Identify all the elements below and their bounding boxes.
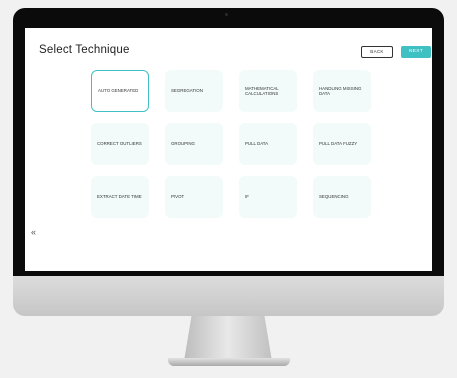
technique-card-if[interactable]: IF: [239, 176, 297, 218]
technique-label: IF: [245, 194, 249, 200]
technique-label: GROUPING: [171, 141, 195, 147]
technique-label: PULL DATA FUZZY: [319, 141, 358, 147]
technique-card-handling-missing-data[interactable]: HANDLING MISSING DATA: [313, 70, 371, 112]
technique-label: PIVOT: [171, 194, 185, 200]
technique-label: HANDLING MISSING DATA: [319, 85, 362, 96]
technique-card-grouping[interactable]: GROUPING: [165, 123, 223, 165]
technique-card-extract-date-time[interactable]: EXTRACT DATE TIME: [91, 176, 149, 218]
monitor: Select Technique BACK NEXT AUTO GENERATE…: [13, 8, 444, 316]
collapse-sidebar-icon[interactable]: «: [31, 228, 36, 237]
technique-card-pull-data-fuzzy[interactable]: PULL DATA FUZZY: [313, 123, 371, 165]
technique-label: SEQUENCING: [319, 194, 349, 200]
technique-label: MATHEMATICAL CALCULATIONS: [245, 85, 279, 96]
monitor-chin: [13, 276, 444, 316]
next-button[interactable]: NEXT: [401, 46, 431, 58]
monitor-base: [168, 358, 290, 366]
technique-label: AUTO GENERATED: [98, 88, 139, 94]
app-screen: Select Technique BACK NEXT AUTO GENERATE…: [25, 28, 432, 271]
page-title: Select Technique: [39, 44, 130, 56]
monitor-stand: [183, 316, 273, 362]
technique-label: SEGREGATION: [171, 88, 203, 94]
monitor-bezel: Select Technique BACK NEXT AUTO GENERATE…: [13, 8, 444, 276]
back-button[interactable]: BACK: [361, 46, 393, 58]
technique-card-segregation[interactable]: SEGREGATION: [165, 70, 223, 112]
technique-label: CORRECT OUTLIERS: [97, 141, 142, 147]
technique-label: EXTRACT DATE TIME: [97, 194, 142, 200]
technique-label: PULL DATA: [245, 141, 269, 147]
technique-card-auto-generated[interactable]: AUTO GENERATED: [91, 70, 149, 112]
technique-card-pull-data[interactable]: PULL DATA: [239, 123, 297, 165]
technique-card-mathematical-calculations[interactable]: MATHEMATICAL CALCULATIONS: [239, 70, 297, 112]
technique-card-correct-outliers[interactable]: CORRECT OUTLIERS: [91, 123, 149, 165]
technique-card-pivot[interactable]: PIVOT: [165, 176, 223, 218]
technique-card-sequencing[interactable]: SEQUENCING: [313, 176, 371, 218]
camera-dot: [225, 13, 228, 16]
